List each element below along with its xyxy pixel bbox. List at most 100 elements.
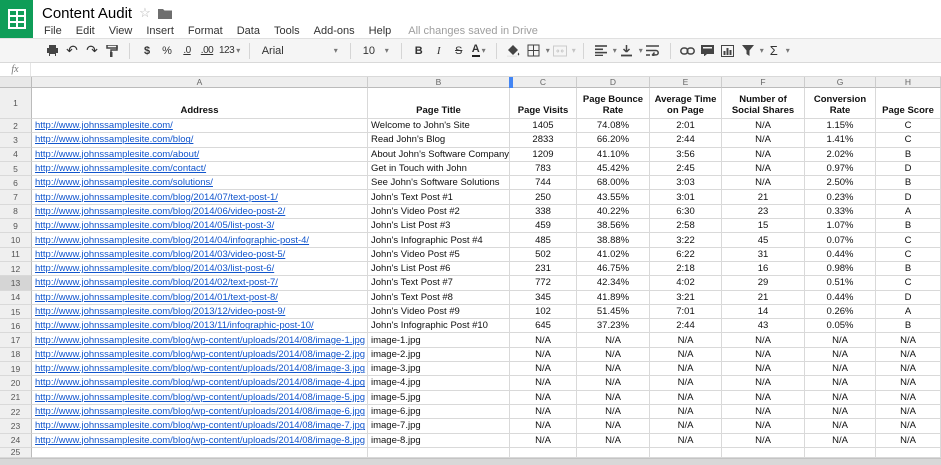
cell-link[interactable]: http://www.johnssamplesite.com/blog/wp-c… xyxy=(35,349,365,360)
cell-shares[interactable]: 21 xyxy=(722,291,805,305)
cell-conversion[interactable]: 1.07% xyxy=(805,219,876,233)
row-header-19[interactable]: 19 xyxy=(0,362,32,376)
cell-score[interactable]: N/A xyxy=(876,348,941,362)
cell-score[interactable]: C xyxy=(876,276,941,290)
cell-conversion[interactable]: N/A xyxy=(805,419,876,433)
cell-link[interactable]: http://www.johnssamplesite.com/blog/wp-c… xyxy=(35,420,365,431)
row-header-1[interactable]: 1 xyxy=(0,88,32,119)
bold-button[interactable]: B xyxy=(409,41,429,61)
cell-address[interactable]: http://www.johnssamplesite.com/blog/2014… xyxy=(32,276,368,290)
cell-conversion[interactable]: N/A xyxy=(805,333,876,347)
row-header-21[interactable]: 21 xyxy=(0,391,32,405)
cell-shares[interactable]: N/A xyxy=(722,148,805,162)
cell-shares[interactable]: 15 xyxy=(722,219,805,233)
row-header-18[interactable]: 18 xyxy=(0,348,32,362)
cell-score[interactable]: B xyxy=(876,262,941,276)
row-header-8[interactable]: 8 xyxy=(0,205,32,219)
cell-score[interactable]: N/A xyxy=(876,391,941,405)
cell-shares[interactable]: N/A xyxy=(722,176,805,190)
format-currency-button[interactable]: $ xyxy=(137,41,157,61)
cell-link[interactable]: http://www.johnssamplesite.com/about/ xyxy=(35,149,199,160)
menu-addons[interactable]: Add-ons xyxy=(307,25,362,37)
cell-link[interactable]: http://www.johnssamplesite.com/solutions… xyxy=(35,177,213,188)
fill-color-icon[interactable] xyxy=(504,41,524,61)
cell-score[interactable]: N/A xyxy=(876,362,941,376)
header-cell[interactable]: Page Visits xyxy=(510,88,577,119)
menu-help[interactable]: Help xyxy=(362,25,399,37)
cell-link[interactable]: http://www.johnssamplesite.com/blog/wp-c… xyxy=(35,406,365,417)
cell-visits[interactable]: 485 xyxy=(510,233,577,247)
cell-visits[interactable]: N/A xyxy=(510,391,577,405)
cell-visits[interactable]: 772 xyxy=(510,276,577,290)
cell-address[interactable]: http://www.johnssamplesite.com/blog/2014… xyxy=(32,233,368,247)
row-header-17[interactable]: 17 xyxy=(0,333,32,347)
row-header-10[interactable]: 10 xyxy=(0,233,32,247)
column-header-c[interactable]: C xyxy=(510,77,577,88)
cell-bounce[interactable]: 42.34% xyxy=(577,276,650,290)
cell-title[interactable]: Read John's Blog xyxy=(368,133,510,147)
cell-link[interactable]: http://www.johnssamplesite.com/contact/ xyxy=(35,163,206,174)
cell-address[interactable]: http://www.johnssamplesite.com/blog/2013… xyxy=(32,305,368,319)
cell-conversion[interactable]: N/A xyxy=(805,362,876,376)
cell-title[interactable]: Welcome to John's Site xyxy=(368,119,510,133)
cell-bounce[interactable]: 68.00% xyxy=(577,176,650,190)
cell-bounce[interactable]: N/A xyxy=(577,376,650,390)
borders-icon[interactable] xyxy=(524,41,544,61)
cell-visits[interactable]: 459 xyxy=(510,219,577,233)
cell-visits[interactable]: 645 xyxy=(510,319,577,333)
cell-bounce[interactable]: 41.02% xyxy=(577,248,650,262)
header-cell[interactable]: Conversion Rate xyxy=(805,88,876,119)
cell-visits[interactable]: 2833 xyxy=(510,133,577,147)
cell-score[interactable]: D xyxy=(876,291,941,305)
cell-bounce[interactable]: N/A xyxy=(577,419,650,433)
cell-shares[interactable]: N/A xyxy=(722,376,805,390)
cell-shares[interactable] xyxy=(722,448,805,458)
cell-conversion[interactable]: 2.02% xyxy=(805,148,876,162)
row-header-20[interactable]: 20 xyxy=(0,376,32,390)
cell-title[interactable] xyxy=(368,448,510,458)
cell-visits[interactable]: 250 xyxy=(510,190,577,204)
cell-visits[interactable]: N/A xyxy=(510,362,577,376)
cell-time[interactable]: 6:30 xyxy=(650,205,722,219)
cell-bounce[interactable]: 37.23% xyxy=(577,319,650,333)
cell-time[interactable]: 2:44 xyxy=(650,133,722,147)
cell-score[interactable]: A xyxy=(876,205,941,219)
font-family-select[interactable]: Arial▾ xyxy=(257,41,343,61)
text-color-button[interactable]: A▾ xyxy=(469,41,489,61)
cell-link[interactable]: http://www.johnssamplesite.com/blog/2014… xyxy=(35,192,278,203)
column-header-d[interactable]: D xyxy=(577,77,650,88)
cell-shares[interactable]: N/A xyxy=(722,405,805,419)
menu-edit[interactable]: Edit xyxy=(69,25,102,37)
row-header-13[interactable]: 13 xyxy=(0,276,32,290)
cell-time[interactable]: N/A xyxy=(650,434,722,448)
cell-link[interactable]: http://www.johnssamplesite.com/blog/2014… xyxy=(35,249,285,260)
cell-bounce[interactable]: N/A xyxy=(577,434,650,448)
row-header-3[interactable]: 3 xyxy=(0,133,32,147)
cell-bounce[interactable]: 41.10% xyxy=(577,148,650,162)
cell-score[interactable] xyxy=(876,448,941,458)
cell-score[interactable]: N/A xyxy=(876,434,941,448)
row-header-14[interactable]: 14 xyxy=(0,291,32,305)
cell-shares[interactable]: 14 xyxy=(722,305,805,319)
cell-score[interactable]: B xyxy=(876,176,941,190)
cell-title[interactable]: About John's Software Company xyxy=(368,148,510,162)
cell-link[interactable]: http://www.johnssamplesite.com/blog/wp-c… xyxy=(35,335,365,346)
cell-address[interactable] xyxy=(32,448,368,458)
cell-address[interactable]: http://www.johnssamplesite.com/blog/wp-c… xyxy=(32,419,368,433)
cell-address[interactable]: http://www.johnssamplesite.com/blog/wp-c… xyxy=(32,391,368,405)
menu-insert[interactable]: Insert xyxy=(139,25,181,37)
cell-visits[interactable]: N/A xyxy=(510,405,577,419)
cell-link[interactable]: http://www.johnssamplesite.com/blog/ xyxy=(35,134,193,145)
cell-address[interactable]: http://www.johnssamplesite.com/blog/wp-c… xyxy=(32,405,368,419)
sheets-logo-icon[interactable] xyxy=(0,0,33,38)
cell-link[interactable]: http://www.johnssamplesite.com/blog/2014… xyxy=(35,220,274,231)
horizontal-scrollbar[interactable] xyxy=(0,458,941,465)
column-header-f[interactable]: F xyxy=(722,77,805,88)
cell-title[interactable]: John's List Post #6 xyxy=(368,262,510,276)
cell-score[interactable]: D xyxy=(876,162,941,176)
cell-shares[interactable]: N/A xyxy=(722,434,805,448)
cell-time[interactable]: N/A xyxy=(650,391,722,405)
cell-bounce[interactable]: 38.56% xyxy=(577,219,650,233)
decrease-decimal-button[interactable]: .0 xyxy=(177,41,197,61)
cell-time[interactable]: N/A xyxy=(650,362,722,376)
